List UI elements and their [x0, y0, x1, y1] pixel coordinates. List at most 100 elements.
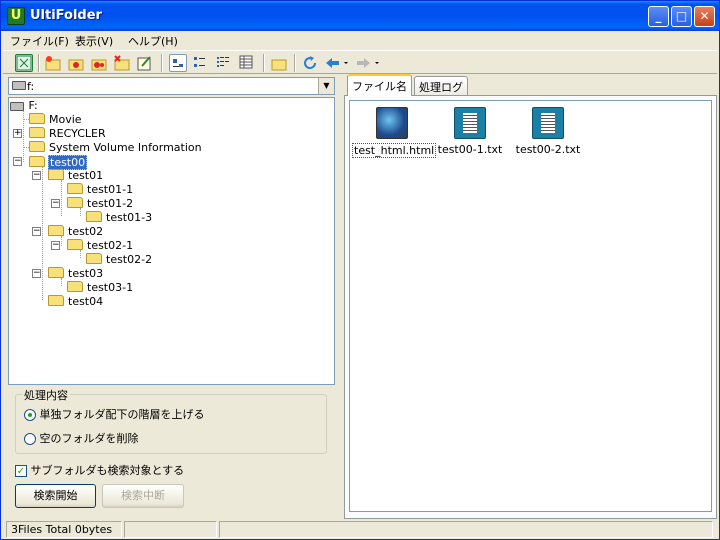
- tab-processing-log[interactable]: 処理ログ: [414, 76, 468, 95]
- details-view-icon: [239, 55, 253, 69]
- folder-icon: [48, 169, 64, 180]
- refresh-icon: [304, 56, 317, 70]
- tree-label: Movie: [49, 113, 82, 126]
- back-icon: [326, 58, 348, 68]
- folder-tree[interactable]: F: Movie + RECYCLER System Volume Inform…: [8, 97, 335, 385]
- tab-panel: test_html.html test00-1.txt test00-2.txt: [344, 95, 717, 519]
- file-item[interactable]: test00-2.txt: [508, 107, 588, 156]
- back-button[interactable]: [324, 54, 350, 72]
- app-icon: U: [7, 7, 25, 25]
- minimize-button[interactable]: _: [648, 6, 669, 27]
- collapse-icon[interactable]: −: [32, 171, 41, 180]
- radio-icon[interactable]: [24, 433, 36, 445]
- tree-item-system-volume-information[interactable]: System Volume Information: [29, 141, 203, 155]
- menu-bar: ファイル(F) 表示(V) ヘルプ(H): [1, 31, 719, 49]
- collapse-icon[interactable]: −: [32, 227, 41, 236]
- tree-item-test01-1[interactable]: test01-1: [67, 183, 134, 197]
- expand-icon[interactable]: +: [13, 129, 22, 138]
- rename-icon: [137, 56, 151, 71]
- rename-button[interactable]: [136, 54, 154, 72]
- checkbox-checked-icon[interactable]: ✓: [15, 465, 27, 477]
- file-name: test00-1.txt: [437, 143, 503, 156]
- status-cell: [124, 521, 217, 538]
- delete-folder-button[interactable]: [113, 54, 131, 72]
- drive-icon: [12, 81, 26, 90]
- tree-item-recycler[interactable]: RECYCLER: [29, 127, 107, 141]
- processing-options-group: 処理内容 単独フォルダ配下の階層を上げる 空のフォルダを削除: [15, 387, 327, 454]
- delete-folder-icon: [114, 55, 130, 71]
- folder-icon: [48, 295, 64, 306]
- new-folder-icon: [45, 56, 61, 71]
- chevron-down-icon[interactable]: ▼: [318, 78, 334, 94]
- tree-item-test01[interactable]: test01: [48, 169, 104, 183]
- tree-item-test03[interactable]: test03: [48, 267, 104, 281]
- small-icons-view-button[interactable]: [192, 54, 210, 72]
- tree-item-test02-1[interactable]: test02-1: [67, 239, 134, 253]
- radio-raise-hierarchy[interactable]: 単独フォルダ配下の階層を上げる: [24, 406, 205, 421]
- file-item[interactable]: test_html.html: [352, 107, 437, 158]
- folder-icon: [86, 253, 102, 264]
- collapse-icon[interactable]: −: [13, 157, 22, 166]
- open-folder-icon: [29, 156, 45, 167]
- copy-folder-icon: [68, 59, 84, 71]
- tree-label: System Volume Information: [49, 141, 202, 154]
- toolbar-separator: [263, 54, 265, 72]
- tree-root[interactable]: F:: [10, 99, 39, 113]
- maximize-button[interactable]: □: [671, 6, 692, 27]
- folder-icon: [67, 281, 83, 292]
- collapse-icon[interactable]: −: [32, 269, 41, 278]
- small-icons-view-icon: [194, 57, 205, 67]
- close-button[interactable]: ✕: [694, 6, 715, 27]
- list-view-button[interactable]: [215, 54, 233, 72]
- move-folder-button[interactable]: [90, 54, 108, 72]
- menu-help[interactable]: ヘルプ(H): [128, 33, 178, 49]
- toolbar-separator: [294, 54, 296, 72]
- tree-label: test02-2: [106, 253, 153, 266]
- tree-item-test04[interactable]: test04: [48, 295, 104, 309]
- status-summary: 3Files Total 0bytes: [6, 521, 122, 538]
- tree-label: test03-1: [87, 281, 134, 294]
- file-item[interactable]: test00-1.txt: [430, 107, 510, 156]
- tab-file-names[interactable]: ファイル名: [347, 74, 412, 96]
- radio-selected-icon[interactable]: [24, 409, 36, 421]
- collapse-icon[interactable]: −: [51, 199, 60, 208]
- move-folder-icon: [91, 59, 107, 71]
- copy-folder-button[interactable]: [67, 54, 85, 72]
- new-folder-button[interactable]: [44, 54, 62, 72]
- text-file-icon: [532, 107, 564, 139]
- include-subfolders-checkbox[interactable]: ✓ サブフォルダも検索対象とする: [15, 462, 184, 478]
- folder-icon: [67, 239, 83, 250]
- folder-up-button[interactable]: [270, 54, 288, 72]
- radio-delete-empty[interactable]: 空のフォルダを削除: [24, 430, 139, 445]
- tree-item-test01-2[interactable]: test01-2: [67, 197, 134, 211]
- tree-label: F:: [28, 99, 38, 112]
- tree-item-movie[interactable]: Movie: [29, 113, 83, 127]
- forward-button[interactable]: [355, 54, 381, 72]
- folder-icon: [67, 197, 83, 208]
- details-view-button[interactable]: [238, 54, 256, 72]
- tree-item-test02[interactable]: test02: [48, 225, 104, 239]
- tree-item-test03-1[interactable]: test03-1: [67, 281, 134, 295]
- group-title: 処理内容: [22, 387, 70, 403]
- toolbar: [3, 50, 717, 74]
- folder-icon: [48, 267, 64, 278]
- stop-search-button[interactable]: 検索中断: [102, 484, 184, 508]
- menu-file[interactable]: ファイル(F): [10, 33, 69, 49]
- file-name: test_html.html: [352, 143, 437, 158]
- app-icon-button[interactable]: [15, 54, 33, 72]
- file-name: test00-2.txt: [515, 143, 581, 156]
- tree-label: test03: [68, 267, 104, 280]
- tree-line: [42, 166, 43, 300]
- refresh-button[interactable]: [301, 54, 319, 72]
- title-bar[interactable]: U UltiFolder _ □ ✕: [1, 1, 719, 31]
- start-search-button[interactable]: 検索開始: [15, 484, 96, 508]
- file-list[interactable]: test_html.html test00-1.txt test00-2.txt: [349, 100, 712, 512]
- menu-view[interactable]: 表示(V): [75, 33, 113, 49]
- tree-item-test01-3[interactable]: test01-3: [86, 211, 153, 225]
- tree-item-test02-2[interactable]: test02-2: [86, 253, 153, 267]
- collapse-icon[interactable]: −: [51, 241, 60, 250]
- forward-icon: [357, 58, 379, 68]
- drive-selector[interactable]: f: ▼: [8, 77, 335, 95]
- large-icons-view-button[interactable]: [169, 54, 187, 72]
- tree-item-test00[interactable]: test00: [29, 155, 88, 170]
